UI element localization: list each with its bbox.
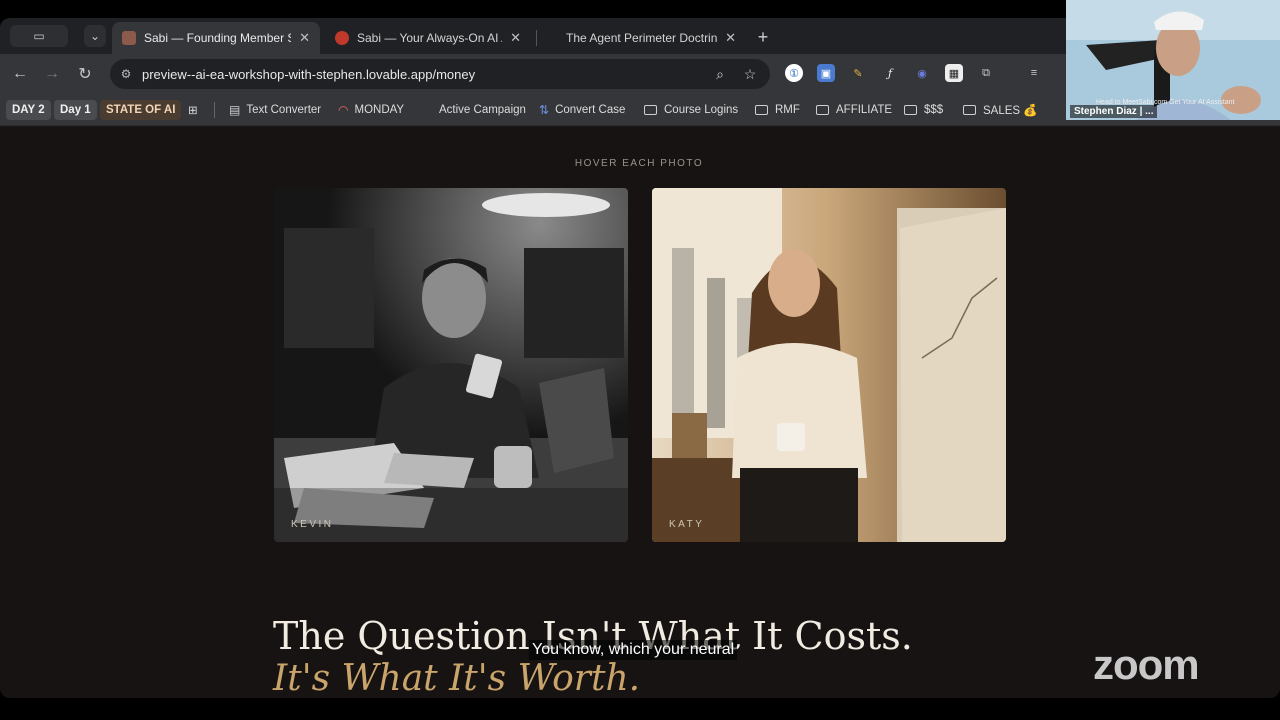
reading-list-icon[interactable]: ≡ <box>1025 64 1043 82</box>
url-text[interactable]: preview--ai-ea-workshop-with-stephen.lov… <box>142 67 710 82</box>
tab-list-button[interactable]: ⌄ <box>84 25 106 47</box>
tab-separator <box>536 30 537 46</box>
bookmark-convert-case[interactable]: ⇅ Convert Case <box>539 100 625 120</box>
new-tab-button[interactable]: + <box>752 26 774 48</box>
extension-audio-icon[interactable]: ◉ <box>913 64 931 82</box>
chevron-down-icon: ⌄ <box>89 29 101 43</box>
close-icon[interactable]: ✕ <box>510 30 521 46</box>
bookmark-label: SALES 💰 <box>983 105 1038 117</box>
section-subheading: It's What It's Worth. <box>273 658 641 698</box>
extension-wand-icon[interactable]: ✎ <box>849 64 867 82</box>
extension-grid-icon[interactable]: ▦ <box>945 64 963 82</box>
bookmark-folder-affiliate[interactable]: AFFILIATE <box>816 100 892 120</box>
folder-icon <box>904 105 917 115</box>
bookmark-folder-money[interactable]: $$$ <box>904 100 943 120</box>
reload-button[interactable]: ↻ <box>75 64 95 84</box>
bookmark-label: Course Logins <box>664 104 739 116</box>
tab-sabi-assistant[interactable]: Sabi — Your Always-On AI As ✕ <box>325 22 531 54</box>
bookmark-label: AFFILIATE <box>836 104 893 116</box>
bookmark-label: RMF <box>775 104 800 116</box>
bookmark-text-converter[interactable]: ▤ Text Converter <box>229 100 321 120</box>
bookmark-folder-course-logins[interactable]: Course Logins <box>644 100 738 120</box>
bookmark-star-icon[interactable]: ☆ <box>740 64 760 84</box>
folder-icon <box>644 105 657 115</box>
bookmark-label: Convert Case <box>555 104 626 116</box>
bookmark-state-of-ai[interactable]: STATE OF AI <box>100 100 182 120</box>
photo-card-katy[interactable]: KATY <box>652 188 1006 542</box>
monday-logo-icon: ◠ <box>338 103 349 117</box>
apps-grid-icon[interactable]: ⊞ <box>188 100 198 120</box>
kevin-photo <box>274 188 628 542</box>
tab-search-button[interactable]: ▭ <box>10 25 68 47</box>
screen: ▭ ⌄ Sabi — Founding Member Se ✕ Sabi — Y… <box>0 0 1280 720</box>
folder-icon <box>755 105 768 115</box>
participant-name: Stephen Diaz | ... <box>1070 105 1158 118</box>
extension-fonts-icon[interactable]: ƒ <box>881 64 899 82</box>
back-button[interactable]: ← <box>10 64 30 84</box>
bookmark-folder-sales[interactable]: SALES 💰 <box>963 100 1038 120</box>
page-content: HOVER EACH PHOTO KEVIN KATY The Question… <box>0 127 1280 698</box>
site-info-icon[interactable]: ⚙ <box>118 66 134 82</box>
window-icon: ▭ <box>33 29 45 43</box>
tab-sabi-founding[interactable]: Sabi — Founding Member Se ✕ <box>112 22 320 54</box>
extension-screen-icon[interactable]: ▣ <box>817 64 835 82</box>
folder-icon <box>816 105 829 115</box>
bookmark-label: Text Converter <box>246 104 322 116</box>
bookmark-day-2[interactable]: DAY 2 <box>6 100 51 120</box>
tab-title: The Agent Perimeter Doctrine <box>566 31 718 45</box>
extensions-puzzle-icon[interactable]: ⧉ <box>977 64 995 82</box>
address-bar[interactable]: ⚙ preview--ai-ea-workshop-with-stephen.l… <box>110 59 770 89</box>
close-icon[interactable]: ✕ <box>299 30 310 46</box>
document-icon: ▤ <box>229 103 241 117</box>
convert-case-icon: ⇅ <box>539 103 550 117</box>
tab-title: Sabi — Founding Member Se <box>144 31 292 45</box>
photo-card-kevin[interactable]: KEVIN <box>274 188 628 542</box>
live-caption: You know, which your neural <box>529 640 738 660</box>
folder-icon <box>963 105 976 115</box>
bookmark-label: Active Campaign <box>439 104 526 116</box>
bookmark-day-1[interactable]: Day 1 <box>54 100 97 120</box>
photo-name-label: KEVIN <box>291 519 334 530</box>
bookmark-monday[interactable]: ◠ MONDAY <box>338 100 404 120</box>
bookmark-separator <box>214 102 215 118</box>
webcam-thumbnail: Head to MeetSabi.com Get Your AI Assista… <box>1066 0 1280 120</box>
zoom-lens-icon[interactable]: ⌕ <box>710 64 730 84</box>
bookmark-label: $$$ <box>924 104 944 116</box>
bookmark-folder-rmf[interactable]: RMF <box>755 100 800 120</box>
forward-button[interactable]: → <box>42 64 62 84</box>
password-manager-icon[interactable]: ① <box>785 64 803 82</box>
close-icon[interactable]: ✕ <box>725 30 736 46</box>
favicon-icon <box>335 31 349 45</box>
katy-photo <box>652 188 1006 542</box>
hover-instruction: HOVER EACH PHOTO <box>574 158 704 169</box>
favicon-icon <box>122 31 136 45</box>
zoom-watermark: zoom <box>1093 641 1200 688</box>
photo-name-label: KATY <box>669 519 705 530</box>
bookmark-active-campaign[interactable]: Active Campaign <box>439 100 526 120</box>
tab-agent-perimeter[interactable]: The Agent Perimeter Doctrine ✕ <box>556 22 746 54</box>
tab-title: Sabi — Your Always-On AI As <box>357 31 503 45</box>
bookmark-label: MONDAY <box>354 104 405 116</box>
browser-window: ▭ ⌄ Sabi — Founding Member Se ✕ Sabi — Y… <box>0 18 1280 698</box>
